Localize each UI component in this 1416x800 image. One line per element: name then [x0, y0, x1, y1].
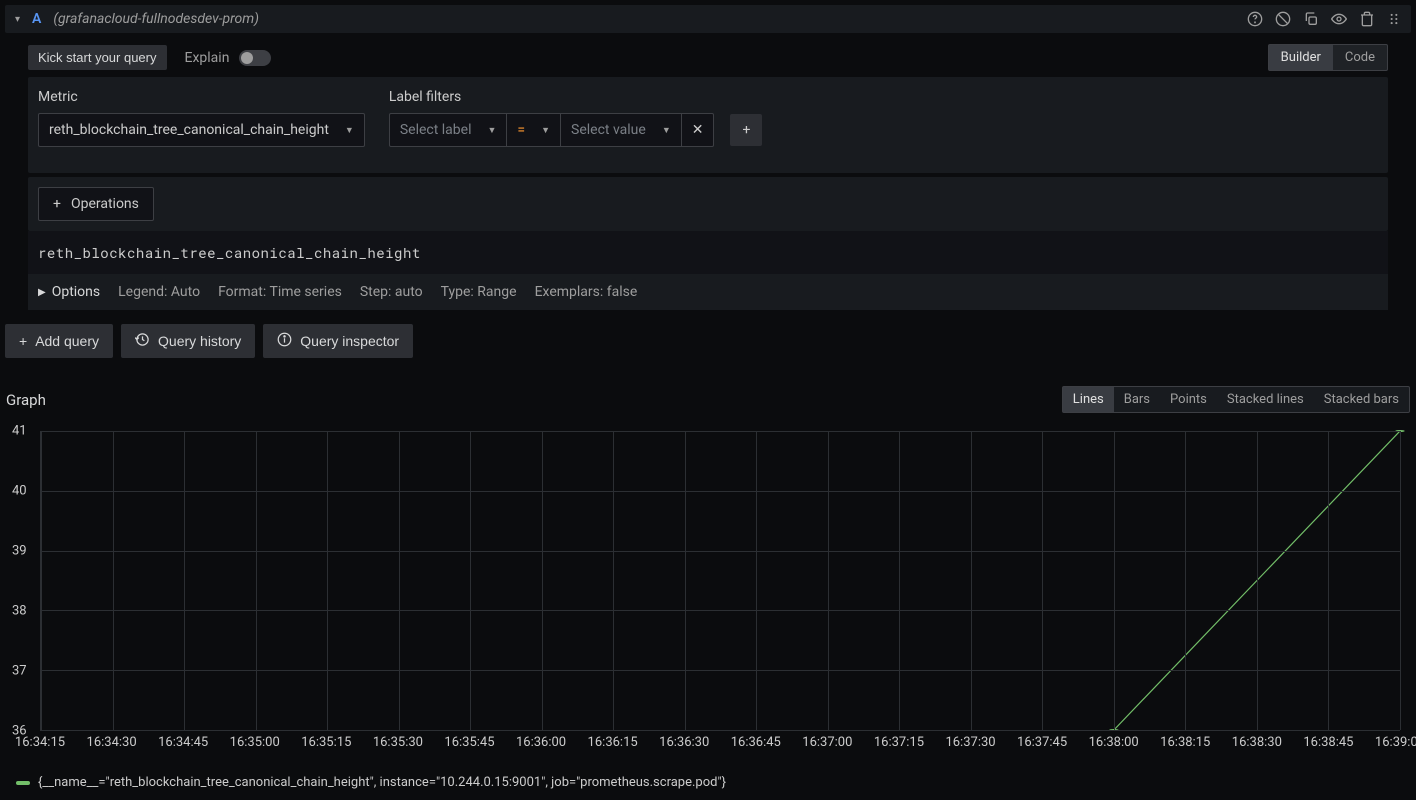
x-tick: 16:38:45 — [1303, 735, 1353, 750]
x-tick: 16:37:15 — [874, 735, 924, 750]
explain-label: Explain — [185, 50, 230, 66]
chart-line — [41, 431, 1400, 730]
chart-legend[interactable]: {__name__="reth_blockchain_tree_canonica… — [6, 771, 1410, 800]
options-toggle[interactable]: ▶ Options — [38, 284, 100, 300]
kick-start-button[interactable]: Kick start your query — [28, 45, 167, 70]
value-select[interactable]: Select value ▼ — [561, 113, 682, 147]
chart-mode-points[interactable]: Points — [1160, 387, 1217, 412]
label-select[interactable]: Select label ▼ — [389, 113, 508, 147]
code-tab[interactable]: Code — [1333, 45, 1387, 70]
chart-mode-switcher: LinesBarsPointsStacked linesStacked bars — [1062, 386, 1410, 413]
plot-area[interactable] — [40, 431, 1400, 731]
help-icon[interactable] — [1247, 11, 1263, 27]
add-query-button[interactable]: + Add query — [5, 324, 113, 358]
plus-icon: + — [19, 333, 27, 349]
chevron-down-icon: ▼ — [662, 125, 671, 136]
chart-mode-lines[interactable]: Lines — [1063, 387, 1114, 412]
option-step: Step: auto — [360, 284, 423, 300]
chevron-down-icon: ▼ — [345, 125, 354, 136]
x-axis: 16:34:1516:34:3016:34:4516:35:0016:35:15… — [40, 735, 1400, 755]
query-action-buttons: + Add query Query history Query inspecto… — [0, 310, 1416, 372]
eye-icon[interactable] — [1331, 11, 1347, 27]
option-legend: Legend: Auto — [118, 284, 200, 300]
x-tick: 16:34:45 — [158, 735, 208, 750]
chevron-down-icon: ▼ — [487, 125, 496, 136]
view-mode-switcher: Builder Code — [1268, 44, 1388, 71]
x-tick: 16:36:00 — [516, 735, 566, 750]
x-tick: 16:35:00 — [230, 735, 280, 750]
y-tick: 37 — [12, 664, 27, 679]
x-tick: 16:38:00 — [1089, 735, 1139, 750]
x-tick: 16:36:30 — [659, 735, 709, 750]
x-tick: 16:36:45 — [731, 735, 781, 750]
query-row-header: ▾ A (grafanacloud-fullnodesdev-prom) — [5, 5, 1411, 33]
add-operations-button[interactable]: + Operations — [38, 187, 154, 221]
x-tick: 16:35:15 — [301, 735, 351, 750]
query-toolbar: Kick start your query Explain Builder Co… — [0, 38, 1416, 77]
legend-text: {__name__="reth_blockchain_tree_canonica… — [38, 775, 726, 790]
x-tick: 16:39:00 — [1375, 735, 1416, 750]
query-options-row: ▶ Options Legend: Auto Format: Time seri… — [28, 274, 1388, 310]
x-tick: 16:37:45 — [1017, 735, 1067, 750]
add-filter-button[interactable]: + — [730, 114, 762, 146]
x-tick: 16:38:30 — [1232, 735, 1282, 750]
y-tick: 39 — [12, 544, 27, 559]
chart-mode-stacked-bars[interactable]: Stacked bars — [1314, 387, 1409, 412]
datasource-name: (grafanacloud-fullnodesdev-prom) — [53, 11, 259, 27]
query-preview: reth_blockchain_tree_canonical_chain_hei… — [28, 231, 1388, 274]
x-tick: 16:38:15 — [1160, 735, 1210, 750]
x-tick: 16:37:30 — [945, 735, 995, 750]
query-badge: A — [32, 11, 41, 27]
disable-icon[interactable] — [1275, 11, 1291, 27]
query-builder: Metric reth_blockchain_tree_canonical_ch… — [28, 77, 1388, 173]
x-tick: 16:34:30 — [87, 735, 137, 750]
copy-icon[interactable] — [1303, 11, 1319, 27]
option-type: Type: Range — [441, 284, 517, 300]
option-format: Format: Time series — [218, 284, 342, 300]
x-tick: 16:35:30 — [373, 735, 423, 750]
drag-handle-icon[interactable] — [1387, 11, 1401, 27]
graph-panel: Graph LinesBarsPointsStacked linesStacke… — [0, 372, 1416, 800]
x-tick: 16:35:45 — [444, 735, 494, 750]
x-tick: 16:36:15 — [588, 735, 638, 750]
x-tick: 16:34:15 — [15, 735, 65, 750]
builder-tab[interactable]: Builder — [1269, 45, 1333, 70]
trash-icon[interactable] — [1359, 11, 1375, 27]
chevron-right-icon: ▶ — [38, 287, 46, 298]
chart-mode-bars[interactable]: Bars — [1114, 387, 1160, 412]
remove-filter-button[interactable]: ✕ — [682, 113, 715, 147]
metric-label: Metric — [38, 89, 365, 105]
chart-container: 363738394041 16:34:1516:34:3016:34:4516:… — [6, 431, 1410, 771]
operator-select[interactable]: = ▼ — [507, 113, 561, 147]
y-tick: 38 — [12, 604, 27, 619]
chevron-down-icon[interactable]: ▾ — [15, 14, 20, 25]
y-tick: 41 — [12, 424, 27, 439]
metric-select[interactable]: reth_blockchain_tree_canonical_chain_hei… — [38, 113, 365, 147]
option-exemplars: Exemplars: false — [535, 284, 638, 300]
y-tick: 40 — [12, 484, 27, 499]
graph-title: Graph — [6, 391, 46, 409]
query-inspector-button[interactable]: Query inspector — [263, 324, 413, 358]
label-filters-label: Label filters — [389, 89, 763, 105]
x-tick: 16:37:00 — [802, 735, 852, 750]
plus-icon: + — [53, 196, 61, 212]
explain-toggle[interactable] — [239, 50, 271, 66]
query-history-button[interactable]: Query history — [121, 324, 255, 358]
info-icon — [277, 332, 292, 350]
operations-section: + Operations — [28, 177, 1388, 231]
history-icon — [135, 332, 150, 350]
chevron-down-icon: ▼ — [541, 125, 550, 136]
chart-mode-stacked-lines[interactable]: Stacked lines — [1217, 387, 1314, 412]
